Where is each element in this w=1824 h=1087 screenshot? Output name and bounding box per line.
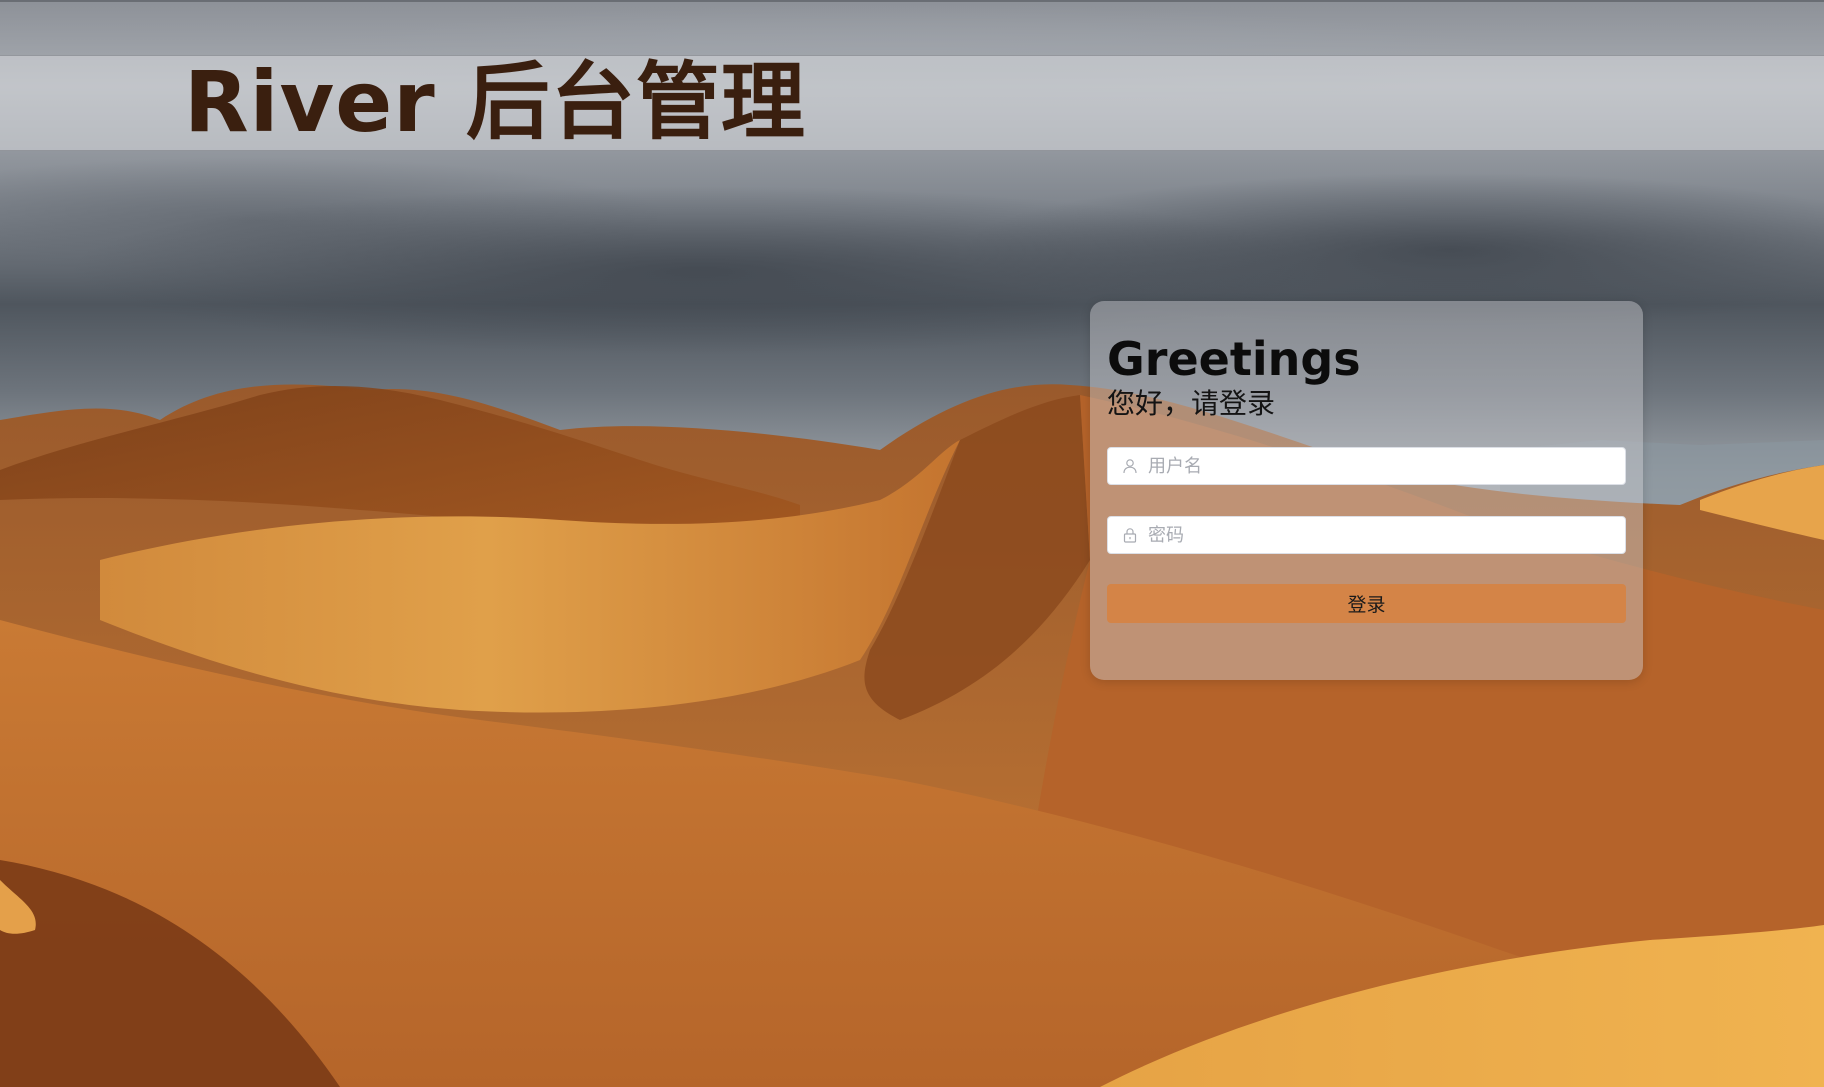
login-card: Greetings 您好，请登录 登录: [1090, 301, 1643, 680]
username-field[interactable]: [1107, 447, 1626, 485]
login-button[interactable]: 登录: [1107, 584, 1626, 623]
greeting-title: Greetings: [1107, 332, 1361, 386]
top-edge-line: [0, 0, 1824, 2]
login-subtitle: 您好，请登录: [1107, 387, 1276, 420]
login-page: River 后台管理 Greetings 您好，请登录 用户名 登录: [0, 0, 1824, 1087]
lock-icon: [1112, 517, 1148, 553]
user-icon: [1112, 448, 1148, 484]
username-input[interactable]: [1148, 449, 1625, 483]
password-input[interactable]: [1148, 518, 1625, 552]
password-field[interactable]: [1107, 516, 1626, 554]
app-title: River 后台管理: [184, 53, 806, 151]
